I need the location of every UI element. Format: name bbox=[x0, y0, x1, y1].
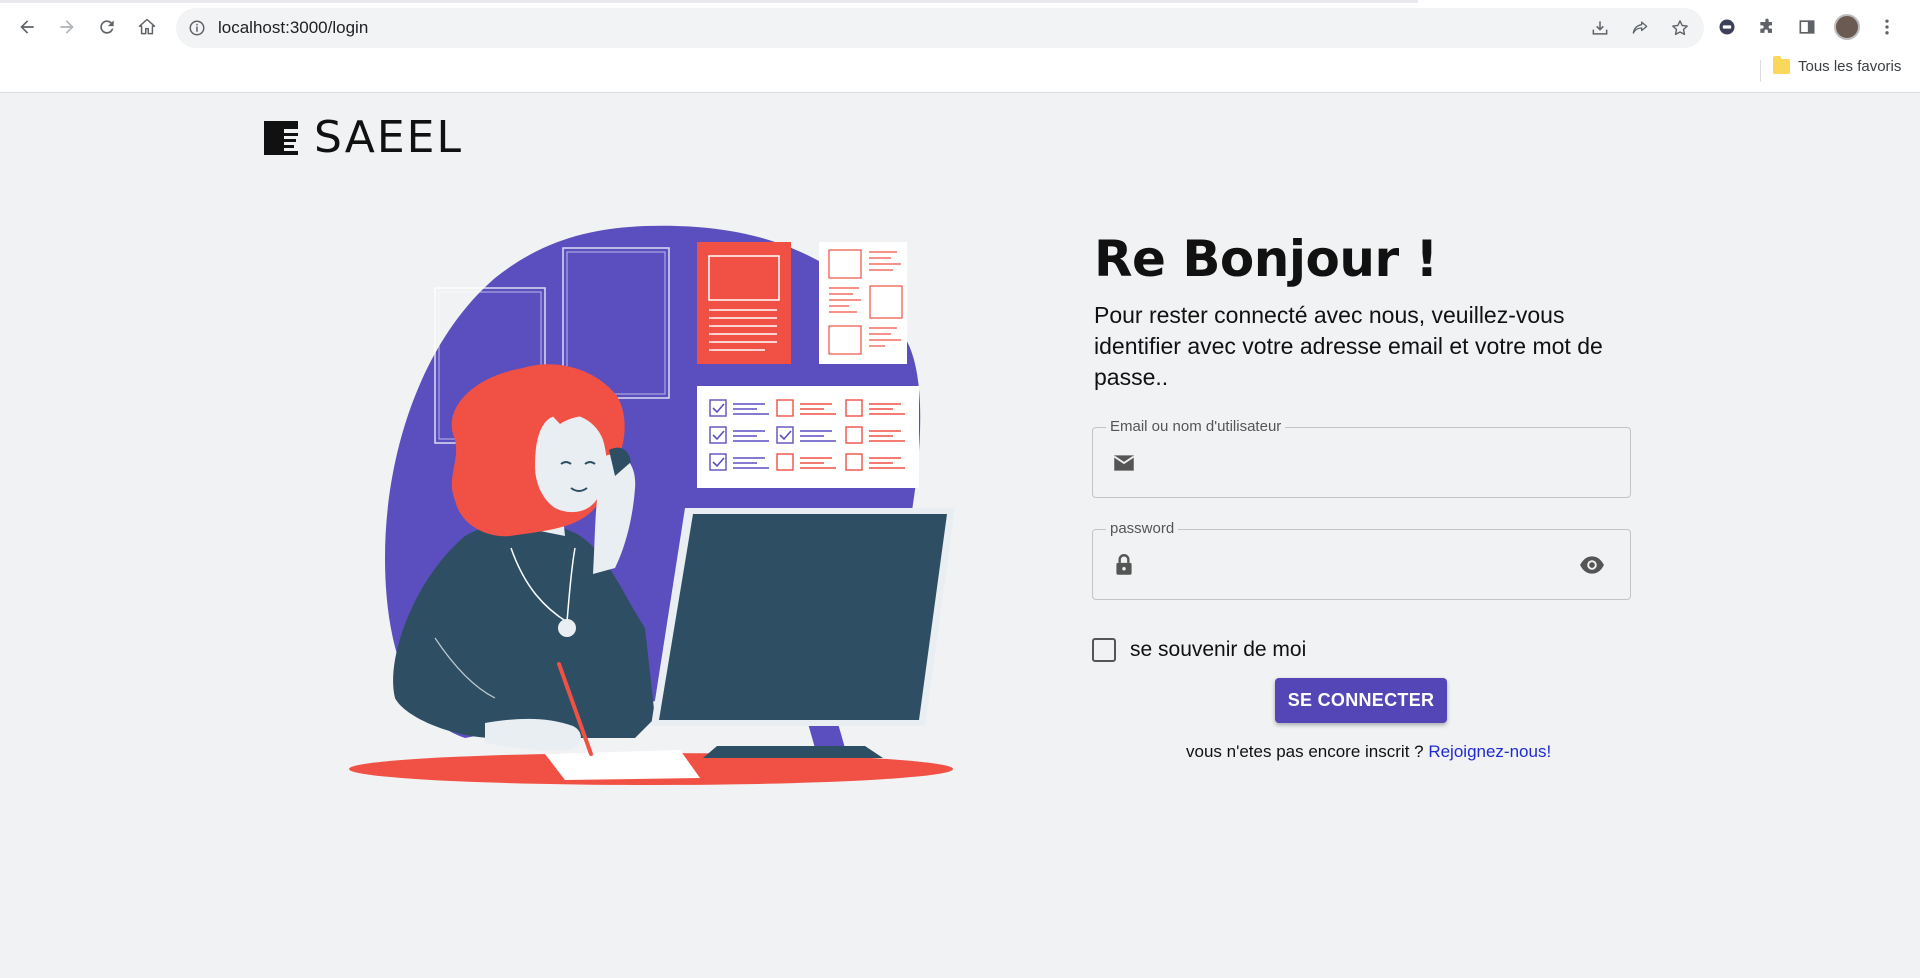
side-panel-button[interactable] bbox=[1790, 10, 1824, 44]
bookmark-folder-label: Tous les favoris bbox=[1798, 58, 1902, 75]
password-field[interactable]: password bbox=[1092, 521, 1631, 600]
login-submit-button[interactable]: SE CONNECTER bbox=[1275, 678, 1447, 723]
remember-me-checkbox[interactable] bbox=[1092, 638, 1116, 662]
login-illustration bbox=[349, 225, 955, 785]
remember-me-row[interactable]: se souvenir de moi bbox=[1092, 638, 1306, 662]
extensions-menu-button[interactable] bbox=[1750, 10, 1784, 44]
star-icon bbox=[1672, 20, 1688, 36]
browser-menu-button[interactable] bbox=[1870, 10, 1904, 44]
reload-icon bbox=[100, 20, 114, 34]
brand-name: SAEEL bbox=[314, 112, 463, 163]
install-button[interactable] bbox=[1584, 14, 1616, 42]
avatar bbox=[1834, 14, 1860, 40]
share-button[interactable] bbox=[1624, 14, 1656, 42]
page-subtitle: Pour rester connecté avec nous, veuillez… bbox=[1094, 302, 1603, 390]
arrow-left-icon bbox=[20, 20, 34, 34]
url-text[interactable]: localhost:3000/login bbox=[218, 18, 368, 38]
install-icon bbox=[1592, 21, 1608, 35]
arrow-right-icon bbox=[60, 20, 74, 34]
brand-logo[interactable]: SAEEL bbox=[264, 116, 463, 160]
envelope-icon bbox=[1113, 455, 1135, 471]
share-icon bbox=[1632, 21, 1648, 34]
extension-badge-icon bbox=[1719, 19, 1735, 35]
email-field-label: Email ou nom d'utilisateur bbox=[1106, 419, 1286, 435]
reload-button[interactable] bbox=[90, 10, 124, 44]
page-title: Re Bonjour ! bbox=[1094, 230, 1438, 288]
kebab-menu-icon bbox=[1885, 19, 1889, 35]
signup-prompt: vous n'etes pas encore inscrit ? Rejoign… bbox=[1186, 742, 1551, 762]
signup-link[interactable]: Rejoignez-nous! bbox=[1428, 742, 1551, 761]
info-icon[interactable] bbox=[188, 19, 206, 37]
address-bar[interactable]: localhost:3000/login bbox=[176, 8, 1704, 48]
home-icon bbox=[138, 18, 156, 35]
browser-chrome: localhost:3000/login Tous les favoris bbox=[0, 0, 1920, 93]
paper bbox=[545, 750, 700, 780]
bookmark-separator bbox=[1760, 60, 1761, 82]
side-panel-icon bbox=[1799, 20, 1815, 34]
password-field-label: password bbox=[1106, 521, 1179, 537]
puzzle-icon bbox=[1760, 18, 1772, 33]
email-field[interactable]: Email ou nom d'utilisateur bbox=[1092, 419, 1631, 498]
bookmark-folder-all[interactable]: Tous les favoris bbox=[1773, 56, 1902, 75]
profile-button[interactable] bbox=[1830, 10, 1864, 44]
lock-icon bbox=[1116, 554, 1132, 575]
folder-icon bbox=[1773, 56, 1790, 74]
eye-icon[interactable] bbox=[1578, 552, 1606, 578]
forward-button[interactable] bbox=[50, 10, 84, 44]
logo-mark-icon bbox=[264, 119, 302, 157]
red-document-card bbox=[697, 242, 791, 364]
loading-bar bbox=[0, 0, 1418, 3]
remember-me-label[interactable]: se souvenir de moi bbox=[1130, 638, 1306, 662]
extension-button[interactable] bbox=[1710, 10, 1744, 44]
bookmark-star-button[interactable] bbox=[1664, 14, 1696, 42]
back-button[interactable] bbox=[10, 10, 44, 44]
email-input[interactable] bbox=[1151, 448, 1571, 478]
home-button[interactable] bbox=[130, 10, 164, 44]
password-input[interactable] bbox=[1151, 550, 1571, 580]
signup-prompt-text: vous n'etes pas encore inscrit ? bbox=[1186, 742, 1424, 761]
checklist-card bbox=[697, 386, 919, 488]
whiteboard-card bbox=[819, 242, 907, 364]
